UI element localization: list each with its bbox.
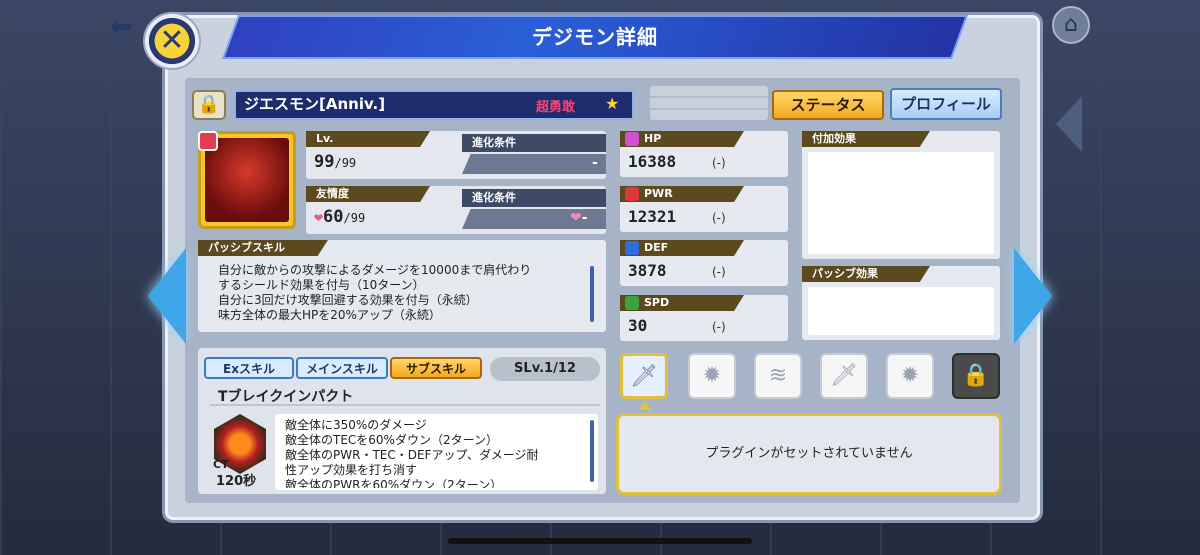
claw-icon: ≋: [768, 363, 788, 388]
plugin-selection-caret: [638, 402, 652, 410]
stat-spd-delta: (-): [712, 320, 726, 334]
digimon-name: ジエスモン[Anniv.]: [244, 95, 386, 113]
evolution-label-2: 進化条件: [462, 189, 606, 207]
plugin-slot-3[interactable]: ≋: [754, 353, 802, 399]
tab-status[interactable]: ステータス: [772, 90, 884, 120]
tab-profile[interactable]: プロフィール: [890, 88, 1002, 120]
sword-icon: 🗡: [630, 364, 658, 389]
evolution-value-1: -: [592, 155, 598, 171]
page-title: デジモン詳細: [532, 25, 658, 49]
plugin-slot-5[interactable]: ✹: [886, 353, 934, 399]
heart-icon: ❤: [570, 210, 582, 226]
plugin-message-box: プラグインがセットされていません: [616, 413, 1002, 495]
affinity-value: ❤60/99: [314, 207, 366, 227]
pwr-icon: [625, 187, 639, 201]
home-icon: ⌂: [1052, 6, 1090, 44]
skill-name: Tブレイクインパクト: [218, 389, 354, 405]
affinity-label: 友情度: [306, 186, 430, 202]
header-slot-bars: [650, 86, 768, 120]
rank-label: 超勇敢: [536, 100, 576, 115]
tab-sub-skill[interactable]: サブスキル: [390, 357, 482, 379]
skill-scrollbar[interactable]: [590, 420, 594, 482]
level-value: 99/99: [314, 152, 357, 172]
gear-icon: ✹: [702, 363, 722, 388]
stat-def-value: 3878: [628, 261, 667, 280]
home-indicator: [448, 538, 752, 544]
passive-skill-text[interactable]: 自分に敵からの攻撃によるダメージを10000まで肩代わり するシールド効果を付与…: [218, 263, 588, 323]
level-label: Lv.: [306, 131, 430, 147]
passive-effects-label: パッシブ効果: [802, 266, 930, 282]
added-effects-label: 付加効果: [802, 131, 930, 147]
tab-main-skill[interactable]: メインスキル: [296, 357, 388, 379]
next-digimon-arrow[interactable]: [1014, 248, 1052, 344]
plugin-slot-4[interactable]: 🗡: [820, 353, 868, 399]
evolution-bar-1: [462, 154, 606, 174]
added-effects-content: [808, 152, 994, 254]
background-arrow-icon: [1056, 96, 1082, 152]
spd-icon: [625, 296, 639, 310]
digimon-artwork: [205, 138, 289, 222]
lock-icon: 🔒: [962, 363, 990, 388]
sword-icon: 🗡: [830, 363, 858, 388]
stat-hp-delta: (-): [712, 156, 726, 170]
passive-skill-label: パッシブスキル: [198, 240, 328, 256]
lock-toggle-button[interactable]: 🔒: [192, 90, 226, 120]
close-button[interactable]: ✕: [143, 12, 201, 70]
skill-level: SLv.1/12: [490, 357, 600, 381]
plugin-slot-1[interactable]: 🗡: [620, 353, 668, 399]
gear-icon: ✹: [900, 363, 920, 388]
attribute-badge-icon: [198, 131, 218, 151]
evolution-value-2: ❤-: [570, 210, 588, 226]
stat-pwr-delta: (-): [712, 211, 726, 225]
hp-icon: [625, 132, 639, 146]
passive-scrollbar[interactable]: [590, 266, 594, 322]
previous-digimon-arrow[interactable]: [148, 248, 186, 344]
heart-icon: ❤: [314, 208, 324, 226]
passive-effects-content: [808, 287, 994, 335]
ct-value: 120秒: [216, 474, 257, 489]
stat-spd-value: 30: [628, 316, 648, 335]
skill-description[interactable]: 敵全体に350%のダメージ 敵全体のTECを60%ダウン（2ターン） 敵全体のP…: [285, 418, 585, 488]
plugin-slot-2[interactable]: ✹: [688, 353, 736, 399]
stat-pwr-value: 12321: [628, 207, 677, 226]
evolution-label-1: 進化条件: [462, 134, 606, 152]
skill-divider: [210, 404, 600, 406]
tab-ex-skill[interactable]: Exスキル: [204, 357, 294, 379]
star-icon: ★: [605, 94, 620, 113]
def-icon: [625, 241, 639, 255]
stat-def-delta: (-): [712, 265, 726, 279]
stat-hp-value: 16388: [628, 152, 677, 171]
plugin-slot-locked[interactable]: 🔒: [952, 353, 1000, 399]
